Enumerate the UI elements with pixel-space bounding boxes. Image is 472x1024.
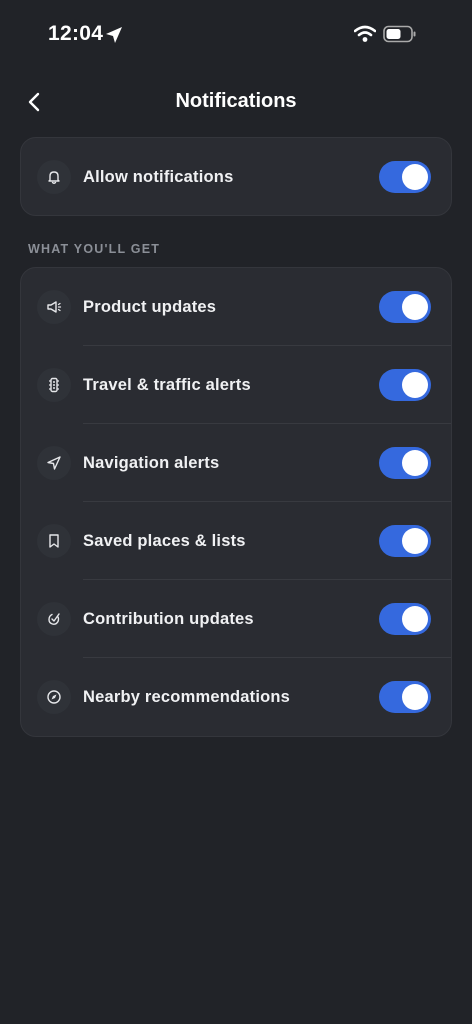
list-item-label: Saved places & lists <box>83 531 246 550</box>
travel-traffic-alerts-toggle[interactable] <box>379 369 431 401</box>
list-item-saved-places-lists[interactable]: Saved places & lists <box>21 502 451 580</box>
list-item-label: Nearby recommendations <box>83 687 291 706</box>
toggle-knob <box>402 528 428 554</box>
location-arrow-icon <box>106 27 122 43</box>
list-item-label: Contribution updates <box>83 609 254 628</box>
status-time: 12:04 <box>48 22 104 45</box>
toggle-knob <box>402 372 428 398</box>
wifi-icon <box>354 25 376 42</box>
allow-notifications-toggle[interactable] <box>379 161 431 193</box>
section-header: WHAT YOU'LL GET <box>28 242 161 256</box>
toggle-knob <box>402 684 428 710</box>
list-item-label: Product updates <box>83 297 217 316</box>
compass-icon <box>37 680 71 714</box>
contribution-icon <box>37 602 71 636</box>
contribution-updates-toggle[interactable] <box>379 603 431 635</box>
allow-notifications-row[interactable]: Allow notifications <box>21 138 451 216</box>
status-bar: 12:04 <box>0 0 472 70</box>
notification-types-card: Product updates Travel & traffic alerts … <box>20 267 452 737</box>
navigation-arrow-icon <box>37 446 71 480</box>
nearby-recommendations-toggle[interactable] <box>379 681 431 713</box>
list-item-product-updates[interactable]: Product updates <box>21 268 451 346</box>
battery-icon <box>383 25 416 43</box>
nav-bar: Notifications <box>0 80 472 124</box>
list-item-label: Navigation alerts <box>83 453 220 472</box>
page-title: Notifications <box>175 90 297 112</box>
navigation-alerts-toggle[interactable] <box>379 447 431 479</box>
toggle-knob <box>402 294 428 320</box>
list-item-navigation-alerts[interactable]: Navigation alerts <box>21 424 451 502</box>
product-updates-toggle[interactable] <box>379 291 431 323</box>
traffic-light-icon <box>37 368 71 402</box>
toggle-knob <box>402 450 428 476</box>
list-item-label: Travel & traffic alerts <box>83 375 251 394</box>
bell-icon <box>37 160 71 194</box>
list-item-travel-traffic-alerts[interactable]: Travel & traffic alerts <box>21 346 451 424</box>
toggle-knob <box>402 164 428 190</box>
list-item-contribution-updates[interactable]: Contribution updates <box>21 580 451 658</box>
saved-places-lists-toggle[interactable] <box>379 525 431 557</box>
megaphone-icon <box>37 290 71 324</box>
allow-notifications-card: Allow notifications <box>20 137 452 216</box>
bookmark-icon <box>37 524 71 558</box>
toggle-knob <box>402 606 428 632</box>
allow-notifications-label: Allow notifications <box>83 167 234 186</box>
list-item-nearby-recommendations[interactable]: Nearby recommendations <box>21 658 451 736</box>
